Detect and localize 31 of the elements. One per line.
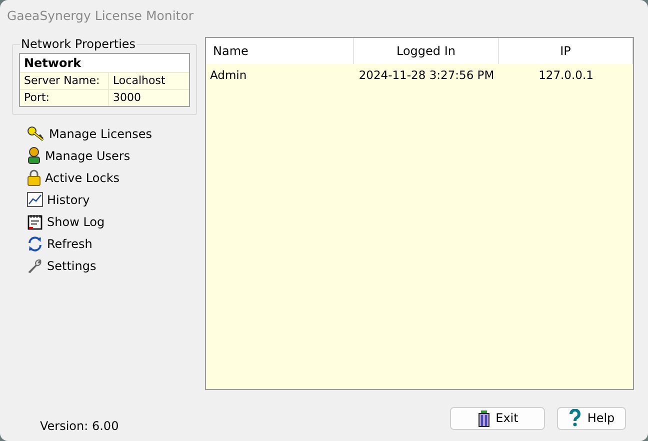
action-link[interactable]: Show Log <box>27 212 197 231</box>
column-header[interactable]: IP <box>499 38 633 64</box>
action-link[interactable]: Manage Licenses <box>27 124 197 143</box>
action-link[interactable]: Active Locks <box>27 168 197 187</box>
user-icon <box>27 147 41 164</box>
property-label: Server Name: <box>23 73 101 89</box>
grid-heading: Network <box>23 55 82 72</box>
action-link[interactable]: History <box>27 190 197 209</box>
lock-icon <box>27 169 41 186</box>
action-link[interactable]: Settings <box>27 256 197 275</box>
notepad-icon <box>27 214 43 230</box>
property-label: Port: <box>23 90 51 106</box>
key-icon <box>27 126 45 142</box>
help-button[interactable]: Help <box>557 406 626 430</box>
exit-button[interactable]: Exit <box>450 406 545 430</box>
group-title: Network Properties <box>20 37 137 51</box>
table-cell-text: 127.0.0.1 <box>538 67 594 84</box>
action-link[interactable]: Refresh <box>27 234 197 253</box>
help-icon <box>568 409 582 427</box>
line-chart-icon <box>27 192 43 207</box>
refresh-icon <box>27 236 43 252</box>
door-icon <box>476 410 491 426</box>
table-cell-text: Admin <box>209 67 248 84</box>
column-header[interactable]: Logged In <box>354 38 499 64</box>
column-header[interactable]: Name <box>206 38 354 64</box>
property-value: 3000 <box>108 90 189 106</box>
table-cell-text: 2024-11-28 3:27:56 PM <box>358 67 496 84</box>
window-title: GaeaSynergy License Monitor <box>6 6 194 25</box>
version-label: Version: 6.00 <box>40 418 120 433</box>
action-link[interactable]: Manage Users <box>27 146 197 165</box>
wrench-icon <box>27 258 43 274</box>
